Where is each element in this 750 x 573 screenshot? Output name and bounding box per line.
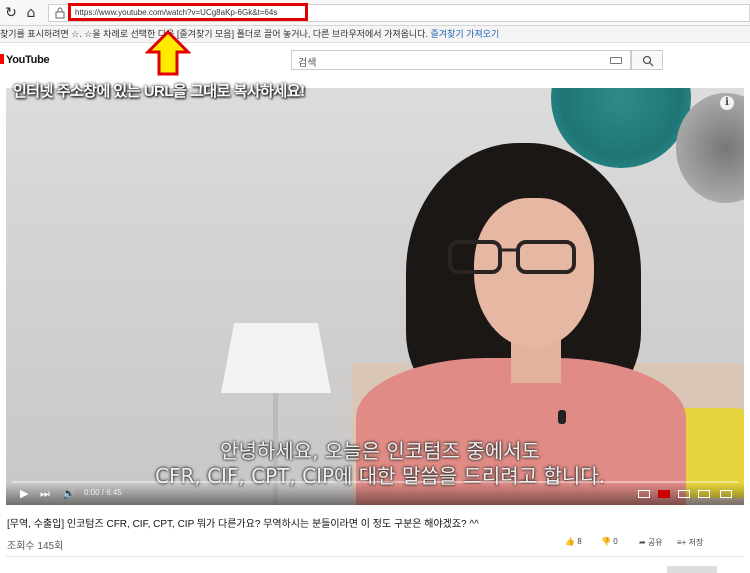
next-icon[interactable]: ⏭ [40,487,50,501]
info-icon[interactable]: i [720,96,734,110]
settings-icon[interactable] [658,490,670,498]
import-favorites-link[interactable]: 즐겨찾기 가져오기 [430,29,499,39]
divider [6,556,744,557]
lapel-mic [558,410,566,424]
lamp-shade [221,323,331,393]
favorites-bar-hint: 찾기를 표시하려면 ☆. ☆을 차례로 선택한 다음 [즐겨찾기 모음] 폴더로… [0,29,428,39]
share-icon: ➦ [639,538,646,547]
browser-toolbar: ↻ ⌂ https://www.youtube.com/watch?v=UCg8… [0,0,750,26]
miniplayer-icon[interactable] [678,490,690,498]
home-icon[interactable]: ⌂ [22,4,40,22]
channel-row [0,560,750,573]
search-icon [642,55,654,67]
subscribe-button[interactable] [667,566,717,573]
captions-icon[interactable] [638,490,650,498]
save-button[interactable]: ≡+ 저장 [677,537,703,548]
theater-mode-icon[interactable] [698,490,710,498]
save-playlist-icon: ≡+ [677,538,687,547]
keyboard-icon[interactable] [610,57,622,64]
play-icon[interactable]: ▶ [20,487,28,501]
search-input[interactable]: 검색 [291,50,631,70]
progress-bar[interactable] [12,481,738,483]
url-highlight-box[interactable]: https://www.youtube.com/watch?v=UCg8aKp-… [68,3,308,21]
dislike-button[interactable]: 👎 0 [601,537,618,546]
glasses [448,240,576,274]
youtube-logo-icon [0,54,4,64]
url-text[interactable]: https://www.youtube.com/watch?v=UCg8aKp-… [75,8,277,17]
youtube-header: YouTube 검색 [0,44,750,80]
youtube-logo[interactable]: YouTube [0,54,50,66]
instruction-annotation: 인터넷 주소창에 있는 URL을 그대로 복사하세요! [13,83,305,100]
favorites-bar: 찾기를 표시하려면 ☆. ☆을 차례로 선택한 다음 [즐겨찾기 모음] 폴더로… [0,26,750,43]
view-count: 조회수 145회 [7,541,64,552]
video-player[interactable]: i 안녕하세요, 오늘은 인코텀즈 중에서도 CFR, CIF, CPT, CI… [6,88,744,505]
fullscreen-icon[interactable] [720,490,732,498]
share-button[interactable]: ➦ 공유 [639,537,663,548]
refresh-icon[interactable]: ↻ [2,4,20,22]
lock-icon [55,7,65,19]
up-arrow-annotation [145,30,191,76]
like-button[interactable]: 👍 8 [565,537,582,546]
thumbs-down-icon: 👎 [601,537,611,546]
volume-icon[interactable]: 🔊 [62,487,76,501]
search-button[interactable] [631,50,663,70]
video-title: [무역, 수출입] 인코텀즈 CFR, CIF, CPT, CIP 뭐가 다른가… [7,519,479,530]
thumbs-up-icon: 👍 [565,537,575,546]
search-placeholder: 검색 [298,58,317,69]
time-display: 0:00 / 6:45 [84,488,122,497]
